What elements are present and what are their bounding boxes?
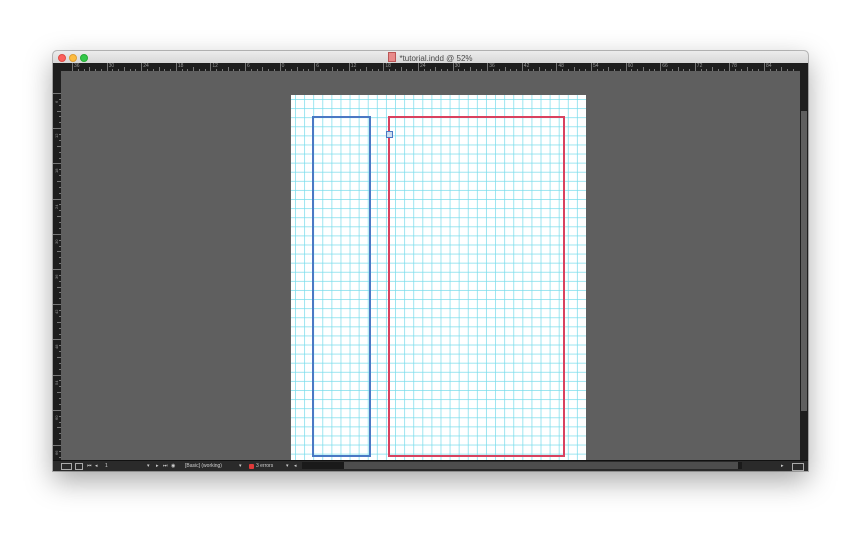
vertical-ruler[interactable]: 6 12 18 24 30 36 42 48 54 60 66 bbox=[53, 71, 61, 461]
hruler-major-tick bbox=[279, 63, 281, 71]
prev-page-icon[interactable]: ◂ bbox=[95, 461, 98, 471]
hruler-major-tick bbox=[625, 63, 627, 71]
horizontal-ruler[interactable]: 36 30 24 18 12 6 0 6 12 18 24 30 36 42 48 54 60 66 72 78 84 bbox=[61, 63, 800, 71]
next-page-icon[interactable]: ▸ bbox=[156, 461, 159, 471]
frame-in-port-handle[interactable] bbox=[386, 131, 393, 138]
hruler-major-tick bbox=[210, 63, 212, 71]
last-page-icon[interactable]: ⏭ bbox=[163, 461, 168, 471]
hruler-major-tick bbox=[521, 63, 523, 71]
scroll-left-icon[interactable]: ◂ bbox=[294, 461, 297, 471]
vruler-major-tick bbox=[53, 409, 61, 411]
vruler-major-tick bbox=[53, 269, 61, 270]
preflight-profile[interactable]: [Basic] (working) bbox=[185, 461, 222, 471]
vruler-major-tick bbox=[53, 163, 61, 165]
hruler-major-tick bbox=[764, 63, 765, 71]
page-menu-chevron-icon[interactable]: ▾ bbox=[147, 461, 150, 471]
errors-chevron-icon[interactable]: ▾ bbox=[286, 461, 289, 471]
preflight-globe-icon[interactable]: ◉ bbox=[171, 461, 175, 471]
hruler-major-tick bbox=[245, 63, 246, 71]
first-page-icon[interactable]: ⏮ bbox=[87, 461, 92, 471]
text-frame-left[interactable] bbox=[312, 116, 371, 457]
status-bar: ⏮ ◂ 1 ▾ ▸ ⏭ ◉ [Basic] (working) ▾ 3 erro… bbox=[53, 460, 808, 471]
vruler-label: 6 bbox=[54, 100, 59, 103]
vruler-major-tick bbox=[53, 233, 61, 235]
vruler-major-tick bbox=[53, 445, 61, 446]
hruler-label: 6 bbox=[247, 63, 250, 69]
hruler-major-tick bbox=[141, 63, 143, 71]
vruler-major-tick bbox=[53, 374, 61, 376]
indd-document-icon bbox=[388, 52, 397, 62]
hruler-major-tick bbox=[487, 63, 489, 71]
hruler-major-tick bbox=[72, 63, 73, 71]
vruler-major-tick bbox=[53, 93, 61, 94]
hruler-major-tick bbox=[452, 63, 454, 71]
horizontal-scroll-thumb[interactable] bbox=[344, 462, 738, 469]
pasteboard[interactable] bbox=[61, 71, 800, 471]
hruler-major-tick bbox=[694, 63, 696, 71]
scroll-right-icon[interactable]: ▸ bbox=[781, 461, 784, 471]
hruler-major-tick bbox=[591, 63, 592, 71]
horizontal-scrollbar[interactable] bbox=[302, 462, 742, 469]
page-icon[interactable] bbox=[75, 463, 83, 470]
hruler-major-tick bbox=[418, 63, 419, 71]
vruler-major-tick bbox=[53, 339, 61, 341]
vruler-major-tick bbox=[53, 198, 61, 200]
hruler-label: 0 bbox=[281, 63, 285, 69]
hruler-major-tick bbox=[660, 63, 662, 71]
ruler-origin-corner[interactable] bbox=[53, 63, 61, 71]
vruler-major-tick bbox=[53, 128, 61, 130]
window-title-text: *tutorial.indd @ 52% bbox=[399, 54, 473, 63]
vertical-scroll-thumb[interactable] bbox=[801, 111, 807, 411]
document-window: *tutorial.indd @ 52% 36 30 24 18 12 6 0 6 12 18 24… bbox=[53, 51, 808, 471]
hruler-major-tick bbox=[314, 63, 316, 71]
error-indicator-icon bbox=[249, 464, 254, 469]
hruler-major-tick bbox=[348, 63, 350, 71]
vruler-major-tick bbox=[53, 304, 61, 306]
zoom-menu-icon[interactable] bbox=[61, 463, 72, 470]
document-page[interactable] bbox=[291, 95, 586, 471]
profile-chevron-icon[interactable]: ▾ bbox=[239, 461, 242, 471]
split-window-icon[interactable] bbox=[792, 463, 804, 471]
hruler-major-tick bbox=[556, 63, 558, 71]
vertical-scrollbar[interactable] bbox=[800, 63, 808, 461]
text-frame-right[interactable] bbox=[388, 116, 565, 457]
hruler-label: 6 bbox=[316, 63, 319, 69]
hruler-major-tick bbox=[383, 63, 385, 71]
hruler-major-tick bbox=[106, 63, 108, 71]
page-number[interactable]: 1 bbox=[105, 461, 108, 471]
errors-count[interactable]: 3 errors bbox=[256, 461, 273, 471]
hruler-major-tick bbox=[175, 63, 177, 71]
hruler-major-tick bbox=[729, 63, 731, 71]
